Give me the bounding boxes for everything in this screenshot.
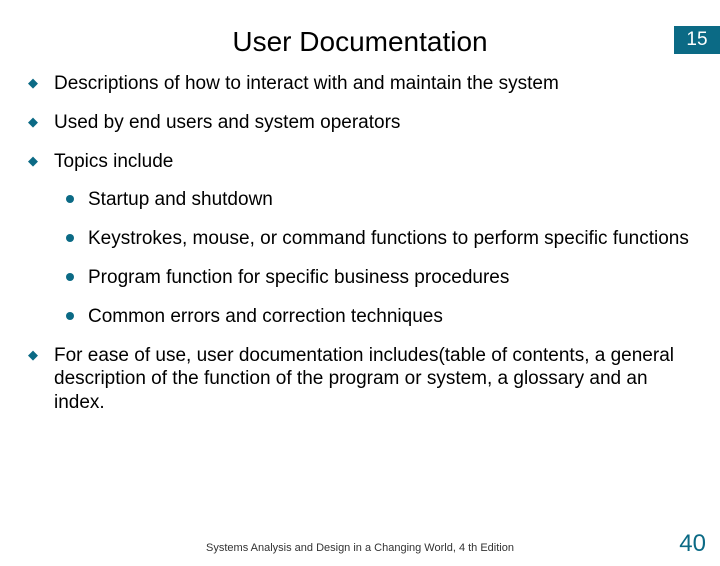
bullet-list: Descriptions of how to interact with and… — [28, 72, 692, 414]
list-item: Descriptions of how to interact with and… — [28, 72, 692, 95]
bullet-text: Keystrokes, mouse, or command functions … — [88, 228, 689, 249]
bullet-text: Program function for specific business p… — [88, 267, 509, 288]
slide-title: User Documentation — [0, 26, 720, 58]
bullet-text: Used by end users and system operators — [54, 112, 400, 133]
bullet-text: Descriptions of how to interact with and… — [54, 73, 559, 94]
bullet-text: Common errors and correction techniques — [88, 306, 443, 327]
bullet-text: For ease of use, user documentation incl… — [54, 345, 674, 412]
list-item: Startup and shutdown — [54, 188, 692, 211]
bullet-text: Startup and shutdown — [88, 189, 273, 210]
list-item: Program function for specific business p… — [54, 266, 692, 289]
sub-bullet-list: Startup and shutdown Keystrokes, mouse, … — [54, 188, 692, 329]
slide-content: Descriptions of how to interact with and… — [0, 72, 720, 414]
bullet-text: Topics include — [54, 151, 173, 172]
list-item: For ease of use, user documentation incl… — [28, 344, 692, 414]
chapter-number-badge: 15 — [674, 26, 720, 54]
footer-citation: Systems Analysis and Design in a Changin… — [0, 542, 720, 554]
list-item: Keystrokes, mouse, or command functions … — [54, 227, 692, 250]
page-number: 40 — [679, 530, 706, 558]
list-item: Topics include Startup and shutdown Keys… — [28, 150, 692, 328]
list-item: Used by end users and system operators — [28, 111, 692, 134]
list-item: Common errors and correction techniques — [54, 305, 692, 328]
